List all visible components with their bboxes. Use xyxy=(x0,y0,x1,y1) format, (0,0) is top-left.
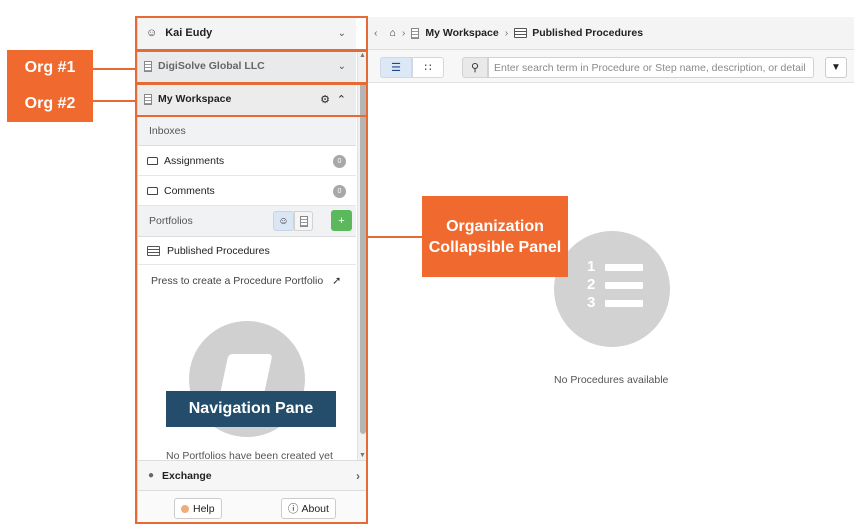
chevron-up-icon[interactable]: ⌃ xyxy=(337,93,346,106)
list-number: 3 xyxy=(587,294,596,311)
published-procedures-item[interactable]: Published Procedures xyxy=(138,237,356,265)
org2-connector xyxy=(92,100,136,102)
breadcrumb: ‹ ⌂ › My Workspace › Published Procedure… xyxy=(368,17,854,50)
list-view-button[interactable]: ☰ xyxy=(380,57,412,78)
published-procedures-label: Published Procedures xyxy=(167,244,270,257)
inboxes-header: Inboxes xyxy=(138,117,356,146)
app-screenshot: ☺ Kai Eudy ⌄ DigiSolve Global LLC ⌄ My W… xyxy=(0,0,854,526)
info-icon: ⓘ xyxy=(288,503,299,515)
list-icon xyxy=(147,245,160,256)
search-icon[interactable]: ⚲ xyxy=(462,57,488,78)
create-hint-text: Press to create a Procedure Portfolio xyxy=(151,275,324,287)
globe-icon: ● xyxy=(148,470,155,481)
exchange-label: Exchange xyxy=(162,469,212,482)
breadcrumb-current: Published Procedures xyxy=(532,27,644,39)
count-badge: 0 xyxy=(333,154,346,168)
nav-scrollbar[interactable]: ▲ ▼ xyxy=(357,50,368,460)
list-line xyxy=(605,264,643,271)
exchange-item[interactable]: ● Exchange › xyxy=(138,460,368,490)
user-menu[interactable]: ☺ Kai Eudy ⌄ xyxy=(138,17,356,50)
org-portfolios-toggle[interactable] xyxy=(294,211,313,231)
org-row-my-workspace[interactable]: My Workspace ⚙ ⌃ xyxy=(138,83,356,116)
inboxes-label: Inboxes xyxy=(149,125,186,137)
portfolios-header: Portfolios ☺ + xyxy=(138,206,356,237)
no-procedures-text: No Procedures available xyxy=(554,374,669,386)
count-badge: 0 xyxy=(333,184,346,198)
scroll-down-icon[interactable]: ▼ xyxy=(359,452,366,459)
user-name: Kai Eudy xyxy=(165,27,213,39)
list-number: 2 xyxy=(587,276,596,293)
separator-icon: › xyxy=(401,27,406,39)
about-button[interactable]: ⓘ About xyxy=(281,498,336,519)
org-name: My Workspace xyxy=(158,93,232,105)
search-input[interactable] xyxy=(488,57,814,78)
add-portfolio-button[interactable]: + xyxy=(331,210,352,231)
navigation-pane: ☺ Kai Eudy ⌄ DigiSolve Global LLC ⌄ My W… xyxy=(137,17,368,524)
portfolios-label: Portfolios xyxy=(149,215,193,227)
inbox-icon xyxy=(147,157,158,165)
about-label: About xyxy=(301,502,329,515)
toolbar: ☰ ∷ ⚲ ▼ xyxy=(368,50,854,83)
scroll-up-icon[interactable]: ▲ xyxy=(359,52,366,59)
inbox-item-assignments[interactable]: Assignments 0 xyxy=(138,147,356,176)
nav-footer: Help ⓘ About xyxy=(138,490,368,524)
inbox-icon xyxy=(147,187,158,195)
list-line xyxy=(605,282,643,289)
building-icon xyxy=(144,93,152,105)
scroll-thumb[interactable] xyxy=(360,82,366,434)
separator-icon: › xyxy=(504,27,509,39)
breadcrumb-workspace[interactable]: My Workspace xyxy=(425,27,498,39)
list-line xyxy=(605,300,643,307)
inbox-label: Comments xyxy=(164,185,215,197)
arrow-icon: ➚ xyxy=(332,275,342,287)
panel-connector xyxy=(368,236,422,238)
help-icon xyxy=(181,504,189,513)
numbered-list-icon: 1 2 3 xyxy=(587,258,647,321)
building-icon xyxy=(411,27,420,39)
chevron-down-icon: ⌄ xyxy=(337,60,346,72)
navigation-pane-callout: Navigation Pane xyxy=(166,391,336,427)
chevron-down-icon: ⌄ xyxy=(337,27,346,39)
home-icon[interactable]: ⌂ xyxy=(390,27,396,39)
list-number: 1 xyxy=(587,258,596,275)
org-name: DigiSolve Global LLC xyxy=(158,60,265,72)
building-icon xyxy=(299,215,308,227)
grid-view-button[interactable]: ∷ xyxy=(412,57,444,78)
org1-connector xyxy=(92,68,136,70)
org2-callout: Org #2 xyxy=(7,86,93,122)
help-label: Help xyxy=(193,502,215,515)
inbox-item-comments[interactable]: Comments 0 xyxy=(138,177,356,206)
create-portfolio-hint: Press to create a Procedure Portfolio ➚ xyxy=(151,274,341,287)
gear-icon[interactable]: ⚙ xyxy=(320,93,330,106)
org-row-digisolve[interactable]: DigiSolve Global LLC ⌄ xyxy=(138,50,356,83)
filter-icon[interactable]: ▼ xyxy=(825,57,847,78)
list-icon xyxy=(514,28,528,38)
chevron-right-icon: › xyxy=(356,468,360,483)
org1-callout: Org #1 xyxy=(7,50,93,86)
collapsible-panel-callout: Organization Collapsible Panel xyxy=(422,196,568,277)
user-portfolios-toggle[interactable]: ☺ xyxy=(273,211,294,231)
building-icon xyxy=(144,60,152,72)
inbox-label: Assignments xyxy=(164,155,225,167)
collapse-nav-icon[interactable]: ‹ xyxy=(374,27,378,39)
user-icon: ☺ xyxy=(146,27,158,39)
help-button[interactable]: Help xyxy=(174,498,222,519)
